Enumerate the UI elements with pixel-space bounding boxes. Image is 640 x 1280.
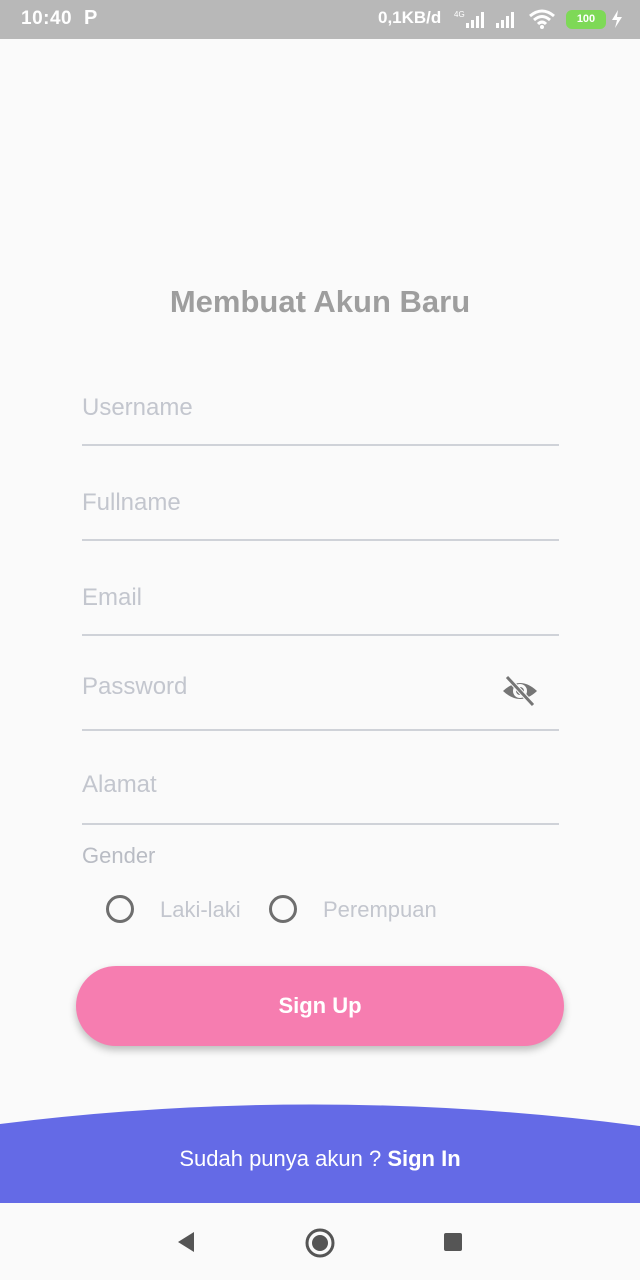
signal-4g-icon: 4G xyxy=(454,10,484,28)
username-field xyxy=(82,352,559,446)
radio-label-laki-laki: Laki-laki xyxy=(160,897,241,922)
address-field xyxy=(82,731,559,825)
fullname-input[interactable] xyxy=(82,489,482,517)
charging-icon xyxy=(612,10,622,28)
status-bar: 10:40 P 0,1KB/d 4G 100 xyxy=(0,0,640,39)
signin-link[interactable]: Sign In xyxy=(387,1146,460,1171)
network-speed: 0,1KB/d xyxy=(378,8,442,27)
email-field xyxy=(82,542,559,636)
home-icon[interactable] xyxy=(305,1228,335,1258)
email-input[interactable] xyxy=(82,584,482,612)
gender-label: Gender xyxy=(82,843,156,868)
wifi-icon xyxy=(529,9,555,29)
status-time: 10:40 xyxy=(21,8,73,29)
battery-icon: 100 xyxy=(566,10,606,29)
battery-level: 100 xyxy=(576,13,596,25)
back-icon[interactable] xyxy=(176,1231,196,1253)
address-input[interactable] xyxy=(82,771,482,799)
radio-label-perempuan: Perempuan xyxy=(323,897,437,922)
svg-text:4G: 4G xyxy=(454,10,465,19)
password-field xyxy=(82,637,559,731)
navigation-bar xyxy=(0,1203,640,1280)
radio-perempuan[interactable] xyxy=(269,895,297,923)
fullname-field xyxy=(82,447,559,541)
recent-apps-icon[interactable] xyxy=(444,1233,462,1251)
footer-signin-prompt: Sudah punya akun ? Sign In xyxy=(0,1146,640,1172)
parking-icon: P xyxy=(84,7,98,29)
password-input[interactable] xyxy=(82,673,482,701)
footer-prompt-text: Sudah punya akun ? xyxy=(179,1146,382,1171)
radio-laki-laki[interactable] xyxy=(106,895,134,923)
signup-button[interactable]: Sign Up xyxy=(76,966,564,1046)
signal-icon xyxy=(496,12,514,28)
username-input[interactable] xyxy=(82,394,482,422)
page-title: Membuat Akun Baru xyxy=(169,284,471,319)
visibility-off-icon[interactable] xyxy=(501,673,539,709)
